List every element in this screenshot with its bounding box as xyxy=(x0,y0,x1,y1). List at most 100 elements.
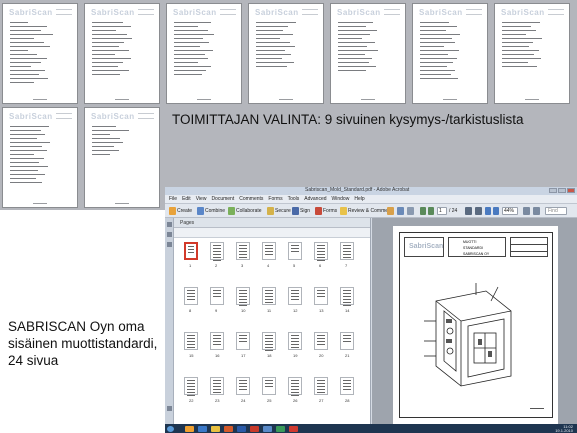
review-icon xyxy=(340,207,347,215)
pages-icon[interactable] xyxy=(167,222,172,227)
document-page-thumb: SabriScan xyxy=(330,3,406,104)
page-logo: SabriScan xyxy=(91,8,135,17)
page-thumbnail[interactable] xyxy=(314,377,328,395)
page-thumbnail[interactable] xyxy=(314,242,328,261)
page-thumbnail[interactable] xyxy=(236,242,250,260)
page-thumbnail[interactable] xyxy=(236,332,250,350)
page-thumbnail[interactable] xyxy=(288,332,302,350)
page-thumbnail[interactable] xyxy=(184,287,198,305)
zoom-tool-icon[interactable] xyxy=(475,207,482,215)
page-thumbnail-number: 1 xyxy=(189,263,192,268)
menu-item[interactable]: File xyxy=(169,196,177,202)
page-thumbnail[interactable] xyxy=(236,287,250,306)
page-footer xyxy=(33,203,47,204)
menu-item[interactable]: View xyxy=(196,196,207,202)
page-thumbnail-number: 6 xyxy=(319,263,322,268)
forms-button[interactable]: Forms xyxy=(323,208,337,214)
title-block-line-2: STANDARDI xyxy=(463,246,483,250)
page-thumbnail[interactable] xyxy=(340,332,354,350)
menu-item[interactable]: Document xyxy=(211,196,234,202)
close-button[interactable] xyxy=(567,188,575,193)
page-footer xyxy=(115,203,129,204)
fit-page-icon[interactable] xyxy=(523,207,530,215)
page-thumbnail[interactable] xyxy=(262,332,276,351)
page-footer xyxy=(115,99,129,100)
attachments-icon[interactable] xyxy=(167,242,172,247)
app-taskbar-icon[interactable] xyxy=(263,426,272,432)
page-thumbnail[interactable] xyxy=(262,377,276,395)
page-thumbnail[interactable] xyxy=(288,377,302,396)
page-logo: SabriScan xyxy=(419,8,463,17)
menu-item[interactable]: Comments xyxy=(239,196,263,202)
page-thumbnail[interactable] xyxy=(288,242,302,260)
minimize-button[interactable] xyxy=(549,188,557,193)
zoom-in-icon[interactable] xyxy=(493,207,499,215)
page-footer xyxy=(361,99,375,100)
page-thumbnail[interactable] xyxy=(236,377,250,395)
review-button[interactable]: Review & Comment xyxy=(348,208,392,214)
document-page-thumb: SabriScan xyxy=(84,107,160,208)
drawing-frame: SabriScan MUOTTI STANDARDI SABRISCAN OY xyxy=(399,232,553,418)
page-text-lines xyxy=(256,22,317,95)
window-titlebar: Sabriscan_Mold_Standard.pdf - Adobe Acro… xyxy=(165,187,577,195)
layers-icon[interactable] xyxy=(167,406,172,411)
page-thumbnail[interactable] xyxy=(210,287,224,305)
pdf-taskbar-icon[interactable] xyxy=(289,426,298,432)
explorer-taskbar-icon[interactable] xyxy=(185,426,194,432)
menu-item[interactable]: Advanced xyxy=(304,196,326,202)
menu-item[interactable]: Window xyxy=(332,196,350,202)
page-thumbnail[interactable] xyxy=(340,242,354,260)
drawing-logo-block: SabriScan xyxy=(404,237,444,257)
print-icon[interactable] xyxy=(397,207,404,215)
acrobat-taskbar-icon[interactable] xyxy=(250,426,259,432)
menu-item[interactable]: Help xyxy=(354,196,364,202)
collaborate-button[interactable]: Collaborate xyxy=(236,208,262,214)
word-taskbar-icon[interactable] xyxy=(237,426,246,432)
hand-tool-icon[interactable] xyxy=(465,207,472,215)
maximize-button[interactable] xyxy=(558,188,566,193)
page-text-lines xyxy=(502,22,563,95)
page-thumbnail[interactable] xyxy=(288,287,302,305)
page-thumbnail-number: 21 xyxy=(345,353,350,358)
bookmarks-icon[interactable] xyxy=(167,232,172,237)
combine-button[interactable]: Combine xyxy=(205,208,225,214)
page-thumbnail[interactable] xyxy=(210,332,224,350)
app2-taskbar-icon[interactable] xyxy=(276,426,285,432)
menu-item[interactable]: Tools xyxy=(288,196,300,202)
page-thumbnail[interactable] xyxy=(184,332,198,350)
sign-button[interactable]: Sign xyxy=(300,208,310,214)
start-button-icon[interactable] xyxy=(167,426,174,432)
secure-button[interactable]: Secure xyxy=(275,208,291,214)
menu-item[interactable]: Edit xyxy=(182,196,191,202)
page-thumbnail-number: 12 xyxy=(293,308,298,313)
page-thumbnail[interactable] xyxy=(262,242,276,260)
folder-taskbar-icon[interactable] xyxy=(211,426,220,432)
page-thumbnail-number: 25 xyxy=(267,398,272,403)
fit-width-icon[interactable] xyxy=(533,207,540,215)
ie-taskbar-icon[interactable] xyxy=(198,426,207,432)
page-footer xyxy=(525,99,539,100)
page-text-lines xyxy=(420,22,481,95)
page-thumbnail[interactable] xyxy=(340,287,354,306)
document-page-thumb: SabriScan xyxy=(166,3,242,104)
page-thumbnail[interactable] xyxy=(184,377,198,396)
page-thumbnail[interactable] xyxy=(314,332,328,350)
prev-page-icon[interactable] xyxy=(420,207,426,215)
page-thumbnail[interactable] xyxy=(340,377,354,395)
pdf-reader-window: Sabriscan_Mold_Standard.pdf - Adobe Acro… xyxy=(165,187,577,433)
page-thumbnail[interactable] xyxy=(210,242,224,261)
create-button[interactable]: Create xyxy=(177,208,192,214)
page-thumbnail[interactable] xyxy=(210,377,224,395)
page-thumbnail[interactable] xyxy=(314,287,328,305)
page-thumbnail[interactable] xyxy=(262,287,276,305)
windows-taskbar: 11:02 19.1.2010 xyxy=(165,424,577,433)
zoom-out-icon[interactable] xyxy=(485,207,491,215)
folder-icon[interactable] xyxy=(387,207,394,215)
page-thumbnail-number: 7 xyxy=(345,263,348,268)
page-thumbnail-number: 19 xyxy=(293,353,298,358)
menu-item[interactable]: Forms xyxy=(268,196,282,202)
next-page-icon[interactable] xyxy=(428,207,434,215)
page-thumbnail-selected[interactable] xyxy=(184,242,198,260)
email-icon[interactable] xyxy=(407,207,414,215)
powerpoint-taskbar-icon[interactable] xyxy=(224,426,233,432)
